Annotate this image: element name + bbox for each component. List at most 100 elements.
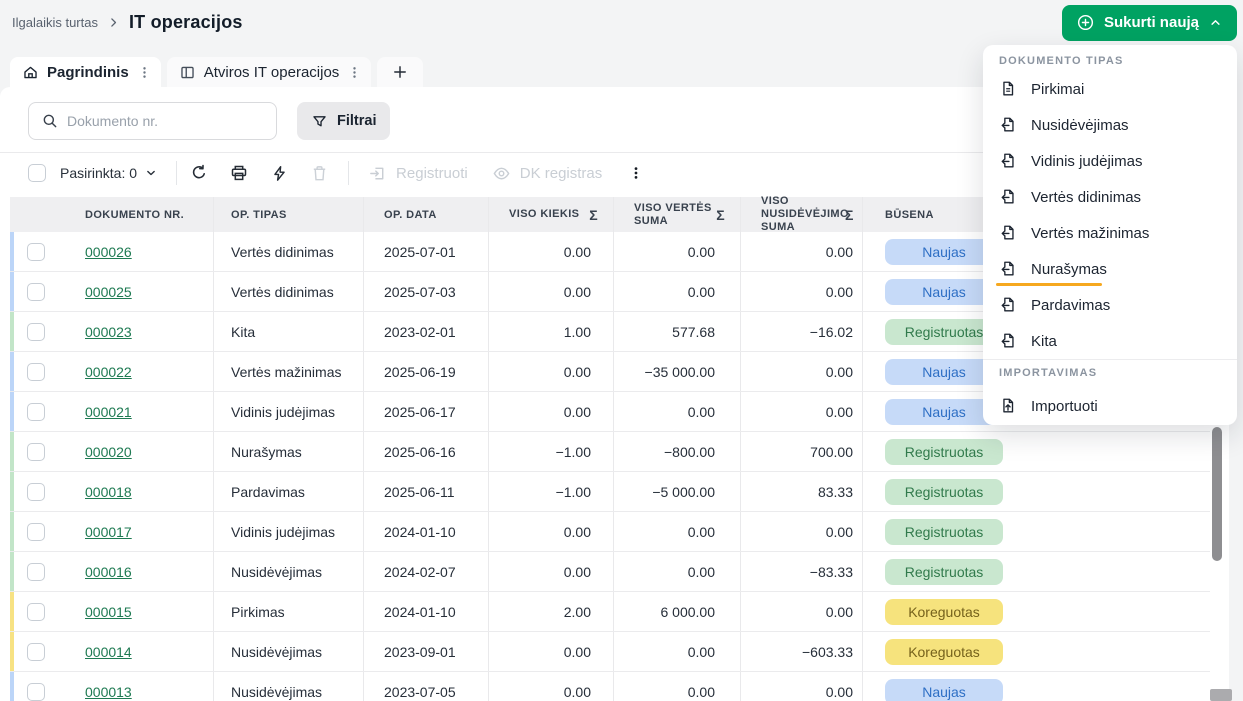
depreciation-sum-cell: 0.00 [740, 592, 862, 631]
column-header-viso-vertes-suma[interactable]: VISO VERTĖS SUMAΣ [613, 197, 740, 232]
qty-cell: 0.00 [488, 552, 613, 591]
row-checkbox[interactable] [27, 243, 45, 261]
create-new-label: Sukurti naują [1104, 14, 1199, 31]
document-number-link[interactable]: 000017 [85, 524, 132, 540]
column-header-viso-kiekis[interactable]: VISO KIEKISΣ [488, 197, 613, 232]
sum-icon[interactable]: Σ [716, 207, 725, 223]
breadcrumb: Ilgalaikis turtas IT operacijos [12, 12, 243, 33]
status-cell: Registruotas [862, 512, 1210, 551]
document-number-link[interactable]: 000023 [85, 324, 132, 340]
menu-item-pirkimai[interactable]: Pirkimai [983, 71, 1237, 107]
op-date-cell: 2024-01-10 [363, 592, 488, 631]
filters-button[interactable]: Filtrai [297, 102, 390, 140]
document-number-link[interactable]: 000026 [85, 244, 132, 260]
menu-item-vert-s-didinimas[interactable]: Vertės didinimas [983, 179, 1237, 215]
print-button[interactable] [219, 155, 259, 191]
vertical-scrollbar-thumb[interactable] [1212, 427, 1222, 561]
value-sum-cell: 577.68 [613, 312, 740, 351]
value-sum-cell: 0.00 [613, 672, 740, 701]
row-checkbox[interactable] [27, 363, 45, 381]
status-badge: Koreguotas [885, 639, 1003, 665]
app-window: Ilgalaikis turtas IT operacijos Sukurti … [0, 0, 1243, 701]
document-number-cell: 000025 [85, 272, 213, 311]
op-type-cell: Vertės didinimas [213, 232, 363, 271]
register-button[interactable]: Registruoti [368, 164, 468, 183]
tab-atviros-it-operacijos[interactable]: Atviros IT operacijos [167, 57, 372, 87]
row-checkbox-cell [10, 232, 85, 271]
row-checkbox[interactable] [27, 283, 45, 301]
select-all-checkbox[interactable] [28, 164, 46, 182]
row-checkbox[interactable] [27, 563, 45, 581]
document-number-cell: 000023 [85, 312, 213, 351]
document-number-link[interactable]: 000013 [85, 684, 132, 700]
menu-item-nura-ymas[interactable]: Nurašymas [983, 251, 1237, 287]
value-sum-cell: 0.00 [613, 632, 740, 671]
row-checkbox[interactable] [27, 603, 45, 621]
chevron-up-icon [1208, 15, 1223, 30]
row-checkbox[interactable] [27, 443, 45, 461]
menu-item-label: Pirkimai [1031, 81, 1084, 98]
document-number-link[interactable]: 000022 [85, 364, 132, 380]
search-input[interactable] [28, 102, 277, 140]
op-date-cell: 2025-06-16 [363, 432, 488, 471]
menu-item-nusid-v-jimas[interactable]: Nusidėvėjimas [983, 107, 1237, 143]
row-checkbox[interactable] [27, 523, 45, 541]
document-number-cell: 000013 [85, 672, 213, 701]
document-number-link[interactable]: 000021 [85, 404, 132, 420]
op-type-cell: Pardavimas [213, 472, 363, 511]
quick-action-button[interactable] [259, 155, 299, 191]
dk-registras-button[interactable]: DK registras [492, 164, 603, 183]
sum-icon[interactable]: Σ [845, 207, 854, 223]
tab-menu-icon[interactable] [137, 65, 152, 80]
row-checkbox[interactable] [27, 403, 45, 421]
row-checkbox[interactable] [27, 683, 45, 701]
tab-menu-icon[interactable] [347, 65, 362, 80]
row-checkbox-cell [10, 472, 85, 511]
create-new-button[interactable]: Sukurti naują [1062, 5, 1237, 41]
row-checkbox[interactable] [27, 643, 45, 661]
document-number-link[interactable]: 000016 [85, 564, 132, 580]
document-number-link[interactable]: 000025 [85, 284, 132, 300]
qty-cell: −1.00 [488, 432, 613, 471]
depreciation-sum-cell: −16.02 [740, 312, 862, 351]
document-number-cell: 000021 [85, 392, 213, 431]
op-type-cell: Vertės mažinimas [213, 352, 363, 391]
document-number-link[interactable]: 000020 [85, 444, 132, 460]
depreciation-sum-cell: 0.00 [740, 352, 862, 391]
table-row: 000014 Nusidėvėjimas 2023-09-01 0.00 0.0… [10, 632, 1210, 672]
row-status-stripe [10, 512, 14, 551]
toolbar: Pasirinkta: 0 Registruoti [28, 155, 648, 191]
value-sum-cell: 0.00 [613, 232, 740, 271]
menu-item-vidinis-jud-jimas[interactable]: Vidinis judėjimas [983, 143, 1237, 179]
column-header-label: OP. TIPAS [231, 209, 287, 221]
column-header-op-data[interactable]: OP. DATA [363, 197, 488, 232]
qty-cell: 1.00 [488, 312, 613, 351]
column-header-viso-nusidevejimo-suma[interactable]: VISO NUSIDĖVĖJIMO SUMAΣ [740, 197, 862, 232]
document-number-link[interactable]: 000015 [85, 604, 132, 620]
selected-count-dropdown[interactable]: Pasirinkta: 0 [56, 165, 162, 181]
row-status-stripe [10, 592, 14, 631]
column-header-op-tipas[interactable]: OP. TIPAS [213, 197, 363, 232]
breadcrumb-parent-link[interactable]: Ilgalaikis turtas [12, 15, 98, 30]
tab-pagrindinis[interactable]: Pagrindinis [10, 57, 161, 87]
add-tab-button[interactable] [377, 57, 423, 87]
status-badge: Naujas [885, 679, 1003, 701]
horizontal-scrollbar-thumb[interactable] [1210, 689, 1232, 701]
toolbar-more-button[interactable] [624, 161, 648, 185]
row-checkbox[interactable] [27, 323, 45, 341]
menu-item-kita[interactable]: Kita [983, 323, 1237, 359]
row-checkbox[interactable] [27, 483, 45, 501]
menu-item-pardavimas[interactable]: Pardavimas [983, 287, 1237, 323]
refresh-button[interactable] [179, 155, 219, 191]
delete-button[interactable] [299, 155, 339, 191]
column-header-dokumento-nr[interactable]: DOKUMENTO NR. [85, 197, 213, 232]
sum-icon[interactable]: Σ [589, 207, 598, 223]
value-sum-cell: −35 000.00 [613, 352, 740, 391]
menu-item-vert-s-ma-inimas[interactable]: Vertės mažinimas [983, 215, 1237, 251]
document-number-link[interactable]: 000018 [85, 484, 132, 500]
menu-item-importuoti[interactable]: Importuoti [983, 388, 1237, 424]
document-number-link[interactable]: 000014 [85, 644, 132, 660]
funnel-icon [311, 113, 328, 130]
menu-item-label: Vertės mažinimas [1031, 225, 1149, 242]
dk-registras-label: DK registras [520, 165, 603, 182]
